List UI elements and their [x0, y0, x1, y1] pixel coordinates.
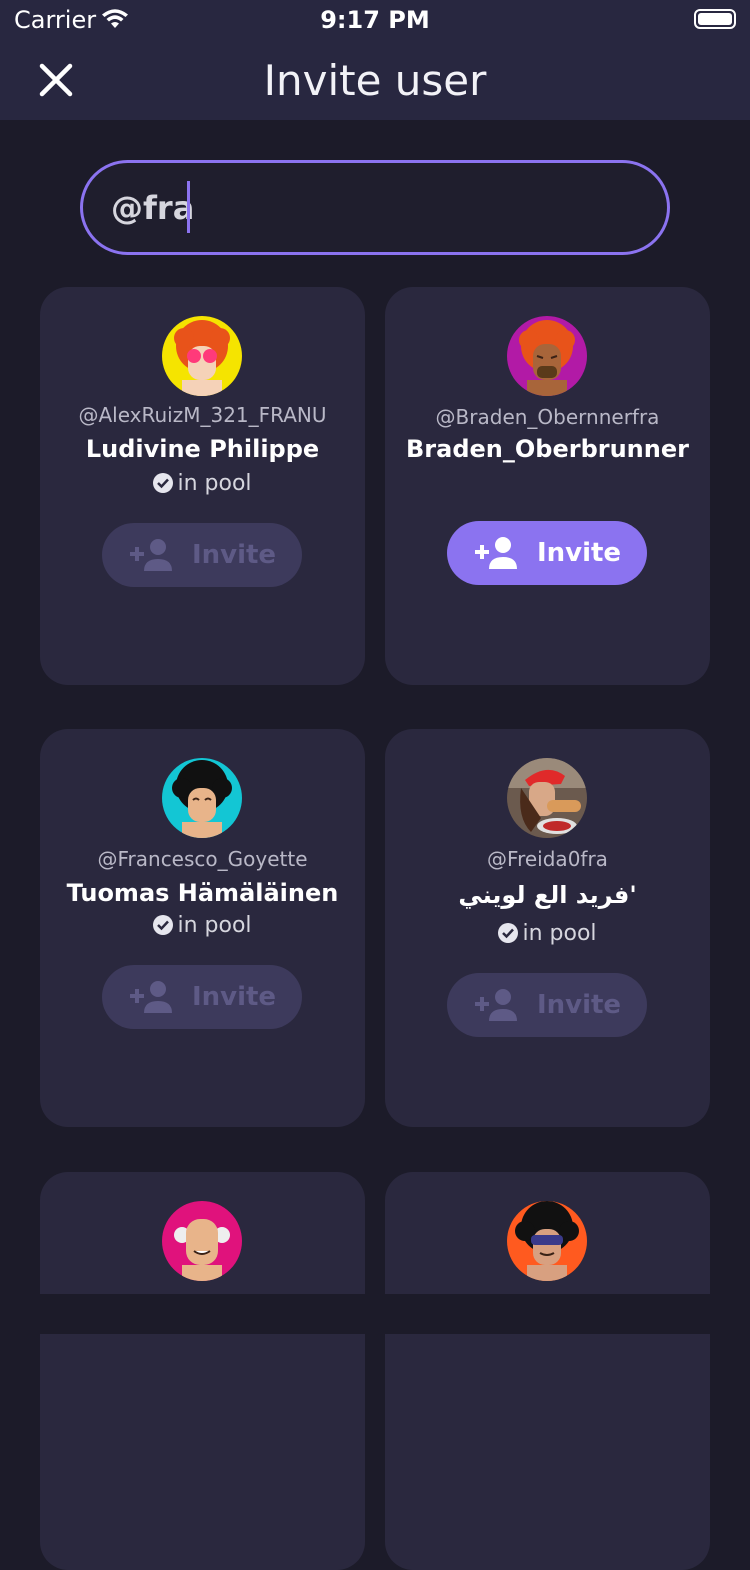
battery-icon: [694, 9, 736, 29]
clock: 9:17 PM: [320, 6, 430, 34]
user-handle: @AlexRuizM_321_FRANU: [78, 403, 327, 427]
user-name: فريد الع لويني': [458, 881, 637, 909]
pool-status-label: in pool: [522, 921, 597, 946]
person-add-icon: [129, 981, 172, 1013]
user-card: [385, 1172, 710, 1570]
bottom-safe-area: [0, 1294, 750, 1334]
invite-button[interactable]: Invite: [447, 521, 647, 585]
person-add-icon: [474, 537, 517, 569]
invite-button-label: Invite: [536, 538, 622, 568]
search-field[interactable]: [80, 160, 670, 255]
user-card: @Braden_Obernnerfra Braden_Oberbrunner I…: [385, 287, 710, 685]
pool-status-label: in pool: [177, 913, 252, 938]
check-circle-icon: [498, 923, 519, 943]
invite-button[interactable]: Invite: [102, 523, 302, 587]
user-card: @Francesco_Goyette Tuomas Hämäläinen in …: [40, 729, 365, 1127]
user-handle: @Braden_Obernnerfra: [435, 405, 660, 429]
avatar: [507, 1201, 587, 1281]
pool-status: in pool: [40, 913, 365, 938]
check-circle-icon: [153, 473, 174, 493]
user-card: [40, 1172, 365, 1570]
status-bar: Carrier 9:17 PM: [0, 0, 750, 40]
check-circle-icon: [153, 915, 174, 935]
pool-status: in pool: [385, 921, 710, 946]
avatar: [162, 316, 242, 396]
avatar: [507, 758, 587, 838]
invite-button-label: Invite: [536, 990, 622, 1020]
pool-status-label: in pool: [177, 471, 252, 496]
invite-button[interactable]: Invite: [447, 973, 647, 1037]
avatar: [162, 1201, 242, 1281]
user-handle: @Freida0fra: [487, 847, 608, 871]
text-caret: [187, 181, 190, 233]
pool-status: in pool: [40, 471, 365, 496]
user-name: Tuomas Hämäläinen: [66, 879, 339, 907]
invite-button[interactable]: Invite: [102, 965, 302, 1029]
avatar: [507, 316, 587, 396]
invite-button-label: Invite: [191, 540, 277, 570]
avatar: [162, 758, 242, 838]
invite-button-label: Invite: [191, 982, 277, 1012]
person-add-icon: [474, 989, 517, 1021]
user-card: @Freida0fra فريد الع لويني' in pool Invi…: [385, 729, 710, 1127]
user-name: Braden_Oberbrunner: [406, 435, 689, 463]
person-add-icon: [129, 539, 172, 571]
user-handle: @Francesco_Goyette: [97, 847, 308, 871]
user-name: Ludivine Philippe: [85, 435, 320, 463]
page-title: Invite user: [263, 56, 487, 105]
header-bar: Carrier 9:17 PM Invite user: [0, 0, 750, 120]
user-card: @AlexRuizM_321_FRANU Ludivine Philippe i…: [40, 287, 365, 685]
